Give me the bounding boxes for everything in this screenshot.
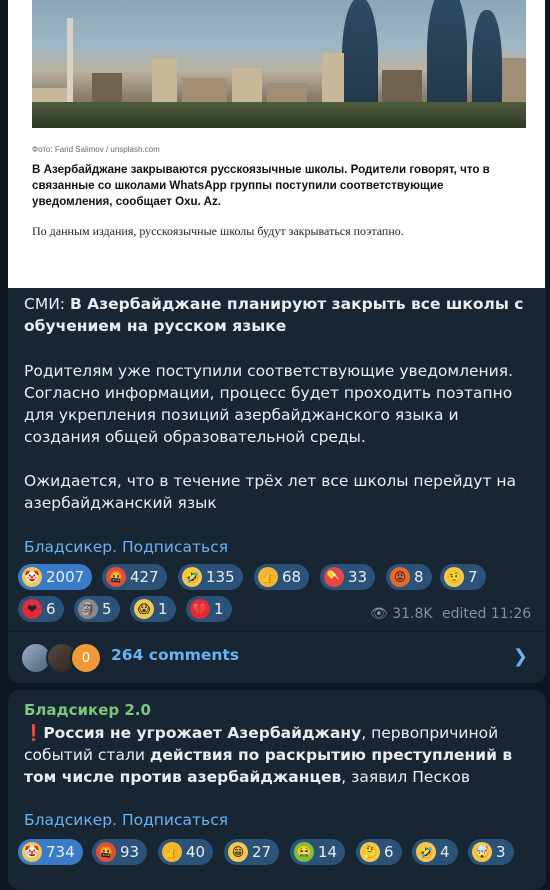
reaction-screaming[interactable]: 😱 1 <box>130 596 176 622</box>
grinning-face-icon: 😁 <box>228 842 248 862</box>
vomiting-face-icon: 🤮 <box>294 842 314 862</box>
reaction-raised-eyebrow[interactable]: 🤨 7 <box>440 564 486 590</box>
article-body: По данным издания, русскоязычные школы б… <box>32 224 404 238</box>
cursing-face-icon: 🤬 <box>106 567 126 587</box>
subscribe-link[interactable]: Бладсикер. Подписаться <box>24 538 228 556</box>
edited-timestamp: edited 11:26 <box>442 606 532 622</box>
comments-button[interactable]: 0 264 comments ❯ <box>8 632 546 682</box>
subscribe-link[interactable]: Бладсикер. Подписаться <box>24 811 228 829</box>
reaction-clown[interactable]: 🤡 2007 <box>18 564 93 590</box>
reaction-vomiting[interactable]: 🤮 14 <box>290 839 346 865</box>
pill-icon: 💊 <box>324 567 344 587</box>
clown-face-icon: 🤡 <box>22 842 42 862</box>
raised-eyebrow-face-icon: 🤨 <box>444 567 464 587</box>
thumbs-up-icon: 👍 <box>258 567 278 587</box>
reaction-cursing[interactable]: 🤬 93 <box>92 839 148 865</box>
reaction-thinking[interactable]: 🤔 6 <box>356 839 402 865</box>
broken-heart-icon: 💔 <box>190 599 210 619</box>
post-paragraph: Ожидается, что в течение трёх лет все шк… <box>24 472 517 512</box>
reaction-rofl[interactable]: 🤣 4 <box>412 839 458 865</box>
moai-icon: 🗿 <box>78 599 98 619</box>
thinking-face-icon: 🤔 <box>360 842 380 862</box>
views-count: 👁 31.8K <box>370 606 433 622</box>
reaction-moai[interactable]: 🗿 5 <box>74 596 120 622</box>
reaction-thumbs-up[interactable]: 👍 40 <box>158 839 214 865</box>
reaction-grinning[interactable]: 😁 27 <box>224 839 280 865</box>
article-lead: В Азербайджане закрываются русскоязычные… <box>32 163 490 208</box>
reaction-rofl[interactable]: 🤣 135 <box>178 564 243 590</box>
post-text: ❗Россия не угрожает Азербайджану, первоп… <box>24 724 513 786</box>
photo-credit: Фото: Farid Salimov / unsplash.com <box>32 145 160 154</box>
reaction-angry[interactable]: 😡 8 <box>386 564 432 590</box>
screaming-face-icon: 😱 <box>134 599 154 619</box>
post-headline: СМИ: В Азербайджане планируют закрыть вс… <box>24 295 524 335</box>
reaction-heart[interactable]: ❤ 6 <box>18 596 64 622</box>
chevron-right-icon: ❯ <box>512 646 528 667</box>
avatar-initial: 0 <box>70 642 102 674</box>
reaction-exploding-head[interactable]: 🤯 3 <box>468 839 514 865</box>
clown-face-icon: 🤡 <box>22 567 42 587</box>
channel-post: Фото: Farid Salimov / unsplash.com В Азе… <box>8 0 546 683</box>
article-screenshot-image[interactable]: Фото: Farid Salimov / unsplash.com В Азе… <box>8 0 545 288</box>
post-paragraph: Родителям уже поступили соответствующие … <box>24 362 513 446</box>
eye-icon: 👁 <box>370 606 388 622</box>
angry-face-icon: 😡 <box>390 567 410 587</box>
reaction-cursing[interactable]: 🤬 427 <box>102 564 167 590</box>
baku-skyline-photo <box>32 0 526 128</box>
post-author[interactable]: Бладсикер 2.0 <box>24 701 151 719</box>
rofl-face-icon: 🤣 <box>182 567 202 587</box>
exploding-head-icon: 🤯 <box>472 842 492 862</box>
reaction-pill[interactable]: 💊 33 <box>320 564 376 590</box>
comments-count-label: 264 comments <box>111 646 240 664</box>
exclamation-icon: ❗ <box>24 724 44 742</box>
cursing-face-icon: 🤬 <box>96 842 116 862</box>
thumbs-up-icon: 👍 <box>162 842 182 862</box>
reaction-thumbs-up[interactable]: 👍 68 <box>254 564 310 590</box>
rofl-face-icon: 🤣 <box>416 842 436 862</box>
reaction-broken-heart[interactable]: 💔 1 <box>186 596 232 622</box>
red-heart-icon: ❤ <box>22 599 42 619</box>
channel-post: Бладсикер 2.0 ❗Россия не угрожает Азерба… <box>8 690 546 890</box>
reaction-clown[interactable]: 🤡 734 <box>18 839 83 865</box>
